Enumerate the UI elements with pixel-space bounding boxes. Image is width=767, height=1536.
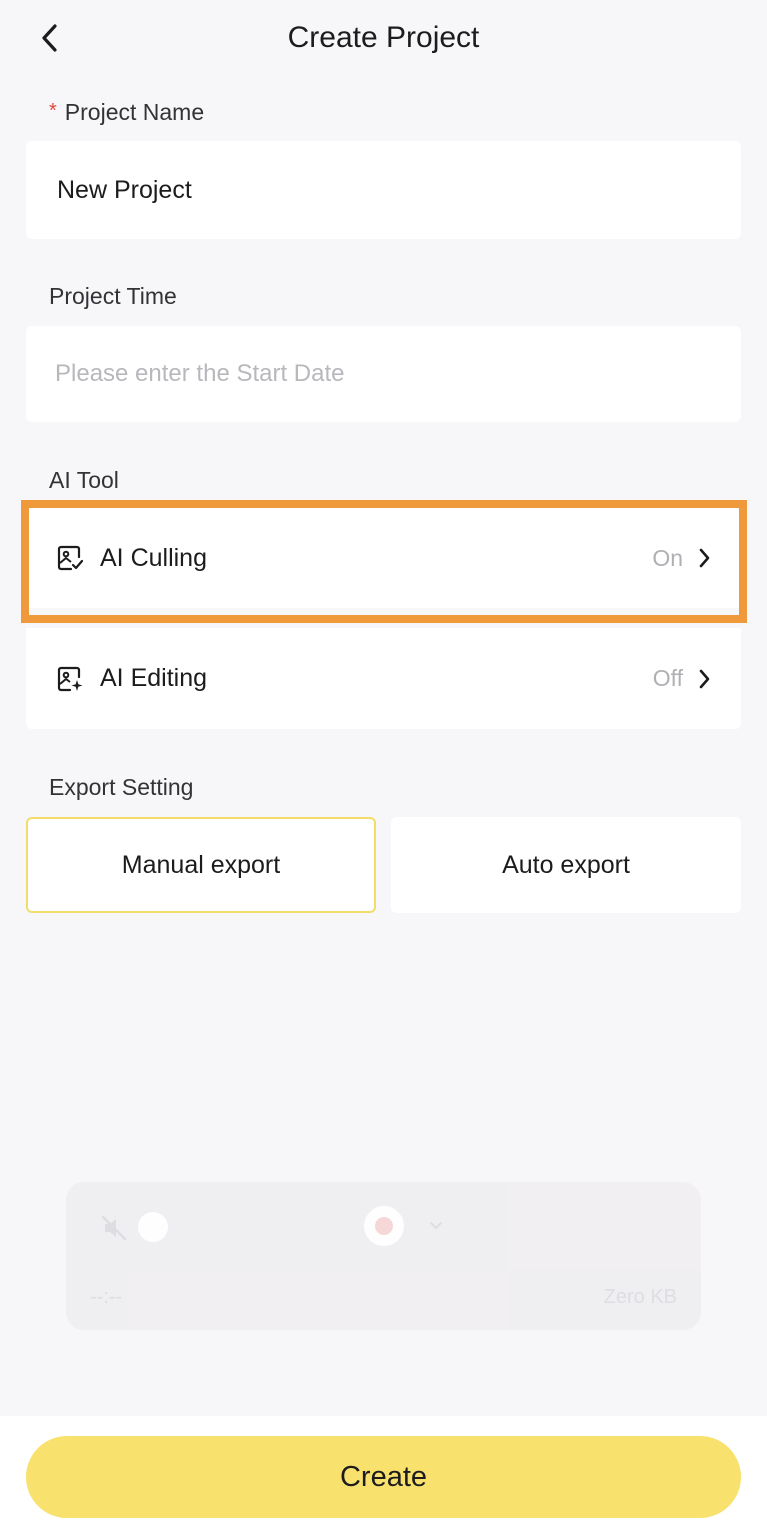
record-dot-icon <box>375 1217 393 1235</box>
page-title: Create Project <box>287 21 480 54</box>
ai-culling-status: On <box>652 544 683 571</box>
image-check-icon <box>57 545 84 571</box>
chevron-right-icon <box>699 669 710 688</box>
project-name-label-text: Project Name <box>64 99 205 125</box>
image-sparkle-icon <box>57 666 83 691</box>
toggle-dot[interactable] <box>138 1212 168 1242</box>
required-mark: * <box>49 100 57 122</box>
project-name-field-container <box>26 141 741 239</box>
mute-icon[interactable] <box>100 1214 128 1242</box>
project-time-field-container <box>26 326 741 422</box>
chevron-right-icon <box>699 548 710 568</box>
record-size: Zero KB <box>603 1286 677 1308</box>
ai-culling-label: AI Culling <box>100 543 207 572</box>
ai-editing-row[interactable]: AI Editing Off <box>26 628 741 729</box>
create-button[interactable]: Create <box>26 1436 741 1518</box>
record-time: --:-- <box>90 1286 123 1308</box>
ai-tool-label: AI Tool <box>49 467 119 493</box>
project-name-label: * Project Name <box>49 96 204 127</box>
start-date-input[interactable] <box>55 326 712 422</box>
export-setting-label: Export Setting <box>49 774 194 800</box>
recorder-widget[interactable]: --:-- Zero KB <box>66 1182 701 1330</box>
ai-editing-label: AI Editing <box>100 664 208 692</box>
ai-editing-status: Off <box>652 665 683 691</box>
back-button[interactable] <box>30 18 70 58</box>
record-button[interactable] <box>364 1206 404 1246</box>
chevron-left-icon <box>42 24 57 52</box>
auto-export-button[interactable]: Auto export <box>391 817 741 913</box>
manual-export-button[interactable]: Manual export <box>26 817 376 913</box>
project-time-label: Project Time <box>49 283 177 309</box>
chevron-down-icon[interactable] <box>428 1220 444 1232</box>
project-name-input[interactable] <box>57 141 710 239</box>
ai-culling-row[interactable]: AI Culling On <box>26 508 741 608</box>
